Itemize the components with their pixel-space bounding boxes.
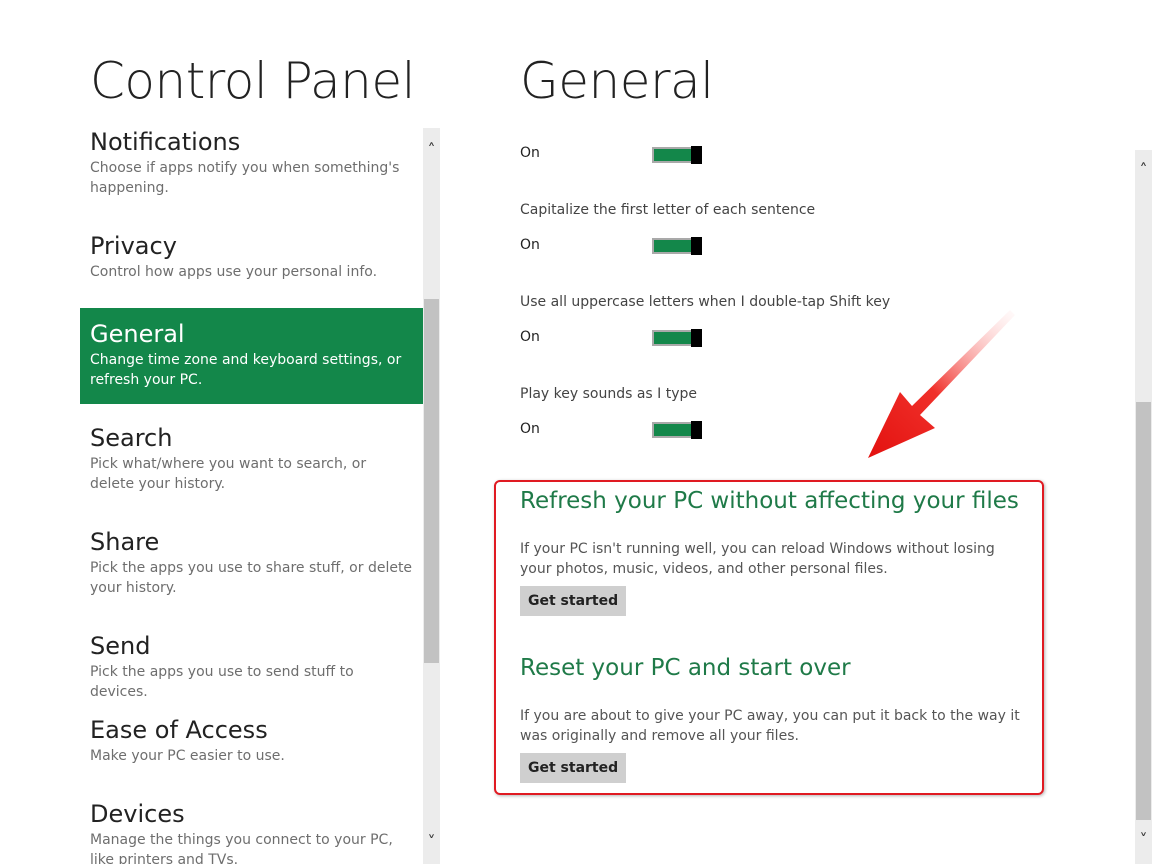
toggle-knob — [691, 146, 702, 164]
nav-item-send[interactable]: Send Pick the apps you use to send stuff… — [80, 632, 423, 702]
nav-item-label: Search — [90, 424, 173, 452]
chevron-down-icon[interactable]: ˅ — [1135, 832, 1152, 848]
nav-scrollbar[interactable]: ˄ ˅ — [423, 128, 440, 864]
chevron-up-icon[interactable]: ˄ — [1135, 162, 1152, 178]
app-title: Control Panel — [90, 52, 416, 110]
nav-item-ease-of-access[interactable]: Ease of Access Make your PC easier to us… — [80, 716, 423, 766]
reset-get-started-button[interactable]: Get started — [520, 753, 627, 783]
nav-item-label: Notifications — [90, 128, 241, 156]
nav-item-search[interactable]: Search Pick what/where you want to searc… — [80, 424, 423, 494]
toggle-state-text: On — [520, 421, 540, 437]
toggle-knob — [691, 421, 702, 439]
nav-item-share[interactable]: Share Pick the apps you use to share stu… — [80, 528, 423, 598]
key-sounds-toggle[interactable] — [652, 421, 702, 439]
nav-item-general[interactable]: General Change time zone and keyboard se… — [80, 308, 423, 404]
nav-item-desc: Control how apps use your personal info. — [90, 264, 378, 280]
toggle-switch[interactable] — [652, 146, 702, 164]
red-arrow-icon — [868, 310, 1015, 458]
nav-item-desc: Pick the apps you use to share stuff, or… — [90, 560, 413, 596]
nav-item-desc: Change time zone and keyboard settings, … — [90, 352, 402, 388]
nav-item-label: General — [90, 320, 185, 348]
nav-item-label: Devices — [90, 800, 185, 828]
annotation-highlight-box — [494, 480, 1044, 795]
nav-item-label: Send — [90, 632, 151, 660]
nav-item-notifications[interactable]: Notifications Choose if apps notify you … — [80, 128, 423, 198]
nav-scroll-thumb[interactable] — [424, 299, 439, 663]
nav-item-label: Ease of Access — [90, 716, 268, 744]
nav-item-desc: Choose if apps notify you when something… — [90, 160, 400, 196]
nav-item-label: Privacy — [90, 232, 177, 260]
nav-item-desc: Make your PC easier to use. — [90, 748, 285, 764]
nav-item-label: Share — [90, 528, 160, 556]
page-title: General — [520, 52, 714, 110]
page-scroll-thumb[interactable] — [1136, 402, 1151, 820]
toggle-knob — [691, 237, 702, 255]
nav-item-desc: Manage the things you connect to your PC… — [90, 832, 393, 864]
toggle-knob — [691, 329, 702, 347]
setting-label: Use all uppercase letters when I double-… — [520, 294, 891, 310]
toggle-state-text: On — [520, 145, 540, 161]
refresh-description: If your PC isn't running well, you can r… — [520, 541, 995, 577]
page-scrollbar[interactable]: ˄ ˅ — [1135, 150, 1152, 864]
nav-list: Notifications Choose if apps notify you … — [80, 128, 423, 864]
reset-description: If you are about to give your PC away, y… — [520, 708, 1020, 744]
chevron-down-icon[interactable]: ˅ — [423, 834, 440, 850]
setting-label: Play key sounds as I type — [520, 386, 698, 402]
refresh-get-started-button[interactable]: Get started — [520, 586, 627, 616]
toggle-state-text: On — [520, 329, 540, 345]
reset-heading: Reset your PC and start over — [520, 655, 851, 681]
chevron-up-icon[interactable]: ˄ — [423, 142, 440, 158]
refresh-heading: Refresh your PC without affecting your f… — [520, 488, 1019, 514]
nav-item-desc: Pick the apps you use to send stuff to d… — [90, 664, 354, 700]
nav-item-devices[interactable]: Devices Manage the things you connect to… — [80, 800, 423, 864]
setting-label: Capitalize the first letter of each sent… — [520, 202, 816, 218]
uppercase-toggle[interactable] — [652, 329, 702, 347]
toggle-state-text: On — [520, 237, 540, 253]
nav-item-desc: Pick what/where you want to search, or d… — [90, 456, 367, 492]
capitalize-toggle[interactable] — [652, 237, 702, 255]
nav-item-privacy[interactable]: Privacy Control how apps use your person… — [80, 232, 423, 282]
